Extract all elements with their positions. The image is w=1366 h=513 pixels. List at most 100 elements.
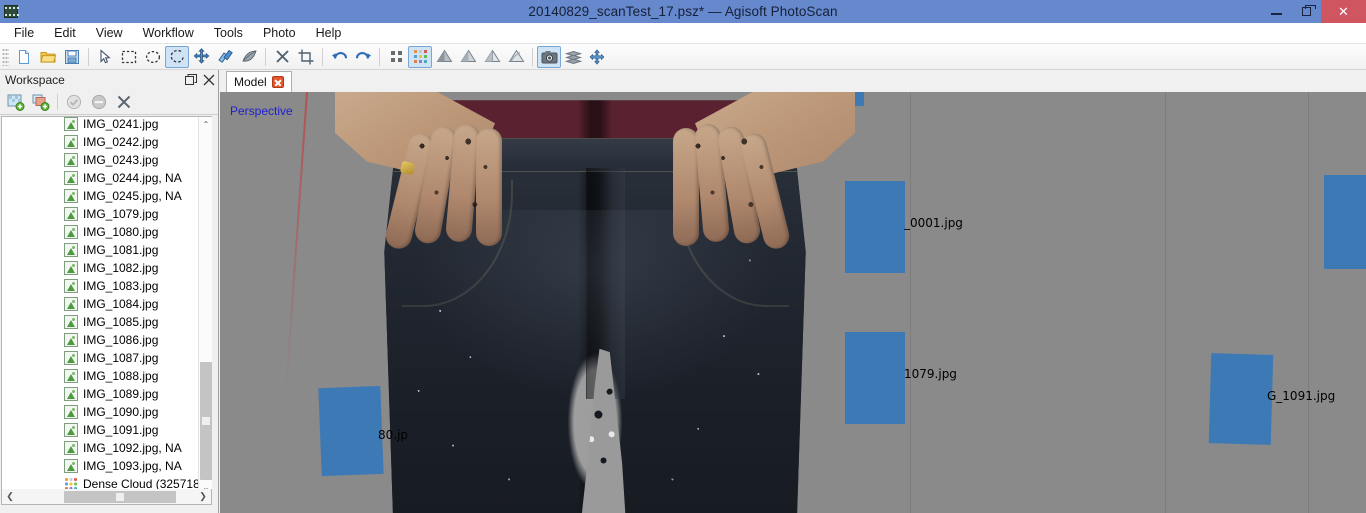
list-item[interactable]: IMG_1090.jpg [2, 403, 198, 421]
minimize-button[interactable] [1261, 0, 1291, 23]
list-item[interactable]: IMG_1084.jpg [2, 295, 198, 313]
image-icon [64, 369, 78, 383]
tree-scroll-track[interactable] [199, 132, 212, 480]
list-item[interactable]: IMG_1092.jpg, NA [2, 439, 198, 457]
reconstructed-3d-model[interactable] [335, 92, 855, 513]
show-region-icon[interactable] [561, 46, 585, 68]
background-guide-line [1308, 92, 1309, 513]
scale-object-icon[interactable] [237, 46, 261, 68]
save-icon[interactable] [60, 46, 84, 68]
hscroll-track[interactable] [18, 490, 195, 504]
camera-thumb-1091[interactable] [1208, 353, 1274, 445]
menu-item-workflow[interactable]: Workflow [133, 23, 204, 44]
undock-panel-button[interactable] [182, 71, 200, 89]
workspace-header: Workspace [0, 70, 218, 90]
list-item[interactable]: IMG_0243.jpg [2, 151, 198, 169]
tree-scroll-thumb[interactable] [200, 362, 212, 480]
add-photos-icon[interactable] [29, 91, 53, 113]
point-cloud-icon[interactable] [384, 46, 408, 68]
wireframe-model-icon[interactable] [480, 46, 504, 68]
workspace-tree-list[interactable]: IMG_0241.jpg IMG_0242.jpg IMG_0243.jpg IMG_… [2, 117, 198, 495]
remove-icon[interactable] [112, 91, 136, 113]
menu-item-edit[interactable]: Edit [44, 23, 86, 44]
undo-icon[interactable] [327, 46, 351, 68]
open-folder-icon[interactable] [36, 46, 60, 68]
model-viewport[interactable]: Perspective 80.jp _0001.jpg 1079.jpg G_1… [220, 92, 1366, 513]
model-texture-dirt [669, 122, 801, 272]
rectangle-selection-icon[interactable] [117, 46, 141, 68]
tab-model[interactable]: Model [226, 71, 292, 92]
list-item[interactable]: IMG_1089.jpg [2, 385, 198, 403]
shaded-model-icon[interactable] [432, 46, 456, 68]
list-item[interactable]: IMG_1086.jpg [2, 331, 198, 349]
delete-selection-icon[interactable] [270, 46, 294, 68]
tree-vertical-scrollbar[interactable]: ⌃ ⌄ [198, 117, 212, 495]
solid-model-icon[interactable] [456, 46, 480, 68]
scroll-right-button[interactable]: ❯ [195, 490, 211, 504]
toolbar-separator [265, 47, 266, 66]
workspace-panel: Workspace IMG_0241.jpg IMG_0242.jpg IMG_… [0, 70, 219, 513]
toolbar-grip[interactable] [2, 47, 9, 66]
list-item[interactable]: IMG_1087.jpg [2, 349, 198, 367]
textured-model-icon[interactable] [504, 46, 528, 68]
background-guide-line [1165, 92, 1166, 513]
background-guide-line [910, 92, 911, 513]
maximize-button[interactable] [1291, 0, 1321, 23]
workspace-tree[interactable]: IMG_0241.jpg IMG_0242.jpg IMG_0243.jpg IMG_… [1, 116, 212, 496]
menu-item-photo[interactable]: Photo [253, 23, 306, 44]
hscroll-thumb[interactable] [64, 490, 176, 503]
model-hand-left [383, 122, 525, 272]
image-icon [64, 441, 78, 455]
close-button[interactable]: ✕ [1321, 0, 1366, 23]
toolbar-separator [322, 47, 323, 66]
list-item[interactable]: IMG_1091.jpg [2, 421, 198, 439]
list-item[interactable]: IMG_0245.jpg, NA [2, 187, 198, 205]
tree-horizontal-scrollbar[interactable]: ❮ ❯ [1, 489, 212, 505]
arrow-select-icon[interactable] [93, 46, 117, 68]
scroll-up-button[interactable]: ⌃ [199, 117, 212, 132]
list-item[interactable]: IMG_1079.jpg [2, 205, 198, 223]
list-item[interactable]: IMG_1082.jpg [2, 259, 198, 277]
list-item-label: IMG_1082.jpg [83, 261, 159, 275]
tab-model-label: Model [234, 75, 267, 89]
list-item[interactable]: IMG_1088.jpg [2, 367, 198, 385]
list-item-label: IMG_1083.jpg [83, 279, 159, 293]
crop-selection-icon[interactable] [294, 46, 318, 68]
list-item[interactable]: IMG_1083.jpg [2, 277, 198, 295]
close-icon[interactable] [271, 76, 284, 88]
menu-item-help[interactable]: Help [306, 23, 352, 44]
list-item-label: IMG_0244.jpg, NA [83, 171, 182, 185]
workspace-title: Workspace [5, 73, 65, 87]
close-panel-button[interactable] [200, 71, 218, 89]
freeform-selection-icon[interactable] [165, 45, 189, 68]
ellipse-selection-icon[interactable] [141, 46, 165, 68]
show-cameras-icon[interactable] [537, 45, 561, 68]
list-item[interactable]: IMG_0242.jpg [2, 133, 198, 151]
list-item[interactable]: IMG_0241.jpg [2, 117, 198, 133]
list-item-label: IMG_0243.jpg [83, 153, 159, 167]
list-item[interactable]: IMG_1081.jpg [2, 241, 198, 259]
film-strip-icon [4, 5, 19, 18]
add-chunk-icon[interactable] [4, 91, 28, 113]
enable-icon[interactable] [62, 91, 86, 113]
menu-item-file[interactable]: File [4, 23, 44, 44]
rotate-object-icon[interactable] [213, 46, 237, 68]
reset-view-icon[interactable] [585, 46, 609, 68]
disable-icon[interactable] [87, 91, 111, 113]
menu-item-tools[interactable]: Tools [204, 23, 253, 44]
move-object-icon[interactable] [189, 46, 213, 68]
dense-cloud-icon[interactable] [408, 45, 432, 68]
camera-thumb-1079[interactable] [845, 332, 905, 424]
camera-thumb-edge-right[interactable] [1324, 175, 1366, 269]
list-item[interactable]: IMG_0244.jpg, NA [2, 169, 198, 187]
list-item[interactable]: IMG_1085.jpg [2, 313, 198, 331]
scroll-left-button[interactable]: ❮ [2, 490, 18, 504]
menu-item-view[interactable]: View [86, 23, 133, 44]
list-item[interactable]: IMG_1093.jpg, NA [2, 457, 198, 475]
list-item[interactable]: IMG_1080.jpg [2, 223, 198, 241]
redo-icon[interactable] [351, 46, 375, 68]
new-document-icon[interactable] [12, 46, 36, 68]
list-item-label: IMG_0241.jpg [83, 117, 159, 131]
camera-thumb-0001[interactable] [845, 181, 905, 273]
list-item-label: IMG_1080.jpg [83, 225, 159, 239]
